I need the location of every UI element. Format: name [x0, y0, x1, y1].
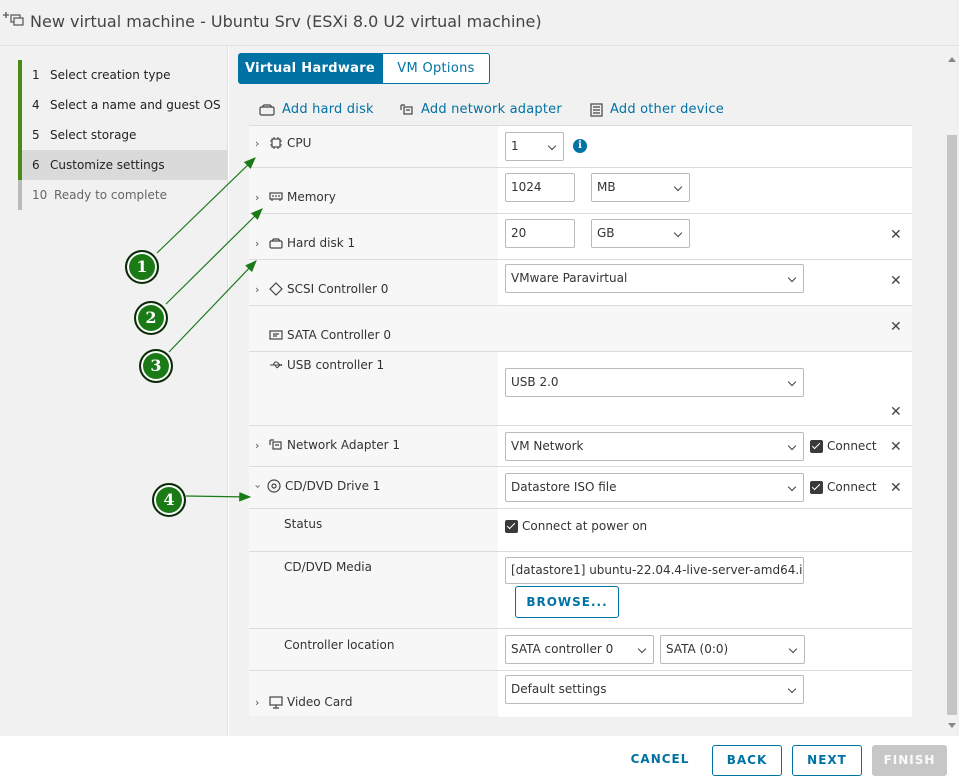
chevron-right-icon: › [255, 282, 260, 296]
hard-disk-toggle[interactable]: › Hard disk 1 [255, 236, 355, 250]
add-network-adapter-link[interactable]: Add network adapter [400, 102, 562, 117]
scsi-controller-type-select[interactable]: VMware Paravirtual [505, 264, 804, 293]
usb-type-select[interactable]: USB 2.0 [505, 368, 804, 397]
back-button[interactable]: BACK [712, 745, 782, 776]
scroll-up-arrow[interactable] [948, 57, 956, 62]
add-other-device-link[interactable]: Add other device [590, 102, 724, 117]
hard-disk-icon [259, 103, 275, 116]
remove-scsi-controller-icon[interactable]: ✕ [890, 273, 902, 289]
browse-button[interactable]: BROWSE... [515, 586, 619, 618]
content-scrollbar[interactable] [945, 53, 959, 736]
cdrom-connect-checkbox[interactable]: Connect [810, 480, 877, 494]
cancel-button[interactable]: CANCEL [626, 745, 694, 776]
hardware-row-memory: › Memory 1024 MB [249, 168, 912, 214]
step-customize-settings[interactable]: 6 Customize settings [18, 150, 228, 180]
cdrom-toggle[interactable]: › CD/DVD Drive 1 [251, 479, 381, 493]
network-adapter-icon [269, 439, 282, 450]
controller-select[interactable]: SATA controller 0 [505, 635, 654, 664]
connect-at-power-on-checkbox[interactable]: Connect at power on [505, 519, 647, 533]
hardware-row-scsi-controller: › SCSI Controller 0 VMware Paravirtual ✕ [249, 260, 912, 306]
dialog-titlebar: New virtual machine - Ubuntu Srv (ESXi 8… [0, 0, 959, 46]
network-select[interactable]: VM Network [505, 432, 804, 461]
controller-location-label: Controller location [284, 638, 395, 652]
finish-button[interactable]: FINISH [872, 745, 947, 776]
step-select-storage[interactable]: 5 Select storage [18, 120, 228, 150]
sata-controller-label: SATA Controller 0 [265, 328, 391, 342]
checkbox-checked-icon [505, 519, 518, 533]
remove-network-adapter-icon[interactable]: ✕ [890, 439, 902, 455]
hard-disk-unit-select[interactable]: GB [591, 219, 690, 248]
controller-port-select[interactable]: SATA (0:0) [660, 635, 805, 664]
new-vm-icon [3, 12, 24, 26]
hardware-row-cdrom: › CD/DVD Drive 1 Datastore ISO file Conn… [249, 467, 912, 509]
scsi-controller-icon [269, 282, 283, 296]
chevron-right-icon: › [255, 236, 260, 250]
tab-vm-options[interactable]: VM Options [382, 53, 490, 84]
cdrom-type-select[interactable]: Datastore ISO file [505, 473, 804, 502]
hardware-row-hard-disk: › Hard disk 1 20 GB ✕ [249, 214, 912, 260]
checkbox-checked-icon [810, 439, 823, 453]
monitor-icon [269, 695, 283, 709]
memory-toggle[interactable]: › Memory [255, 190, 336, 204]
step-select-creation-type[interactable]: 1 Select creation type [18, 60, 228, 90]
annotation-marker-1: 1 [125, 250, 159, 284]
info-icon[interactable]: i [573, 139, 587, 153]
remove-usb-controller-icon[interactable]: ✕ [890, 404, 902, 420]
memory-size-input[interactable]: 1024 [505, 173, 575, 202]
memory-unit-select[interactable]: MB [591, 173, 690, 202]
checkbox-checked-icon [810, 480, 823, 494]
chevron-right-icon: › [255, 190, 260, 204]
network-adapter-toggle[interactable]: › Network Adapter 1 [255, 438, 400, 452]
usb-controller-label: USB controller 1 [265, 358, 384, 372]
next-button[interactable]: NEXT [792, 745, 862, 776]
remove-cdrom-icon[interactable]: ✕ [890, 480, 902, 496]
hardware-table: › CPU 1 i › Memory 1024 MB › Hard disk 1 [249, 125, 912, 717]
scroll-thumb[interactable] [947, 135, 957, 715]
add-hard-disk-link[interactable]: Add hard disk [259, 102, 374, 117]
usb-icon [270, 361, 283, 369]
cd-dvd-media-input[interactable]: [datastore1] ubuntu-22.04.4-live-server-… [505, 557, 804, 584]
cdrom-status-row: Status Connect at power on [249, 509, 912, 552]
hard-disk-size-input[interactable]: 20 [505, 219, 575, 248]
chevron-right-icon: › [255, 136, 260, 150]
scsi-controller-toggle[interactable]: › SCSI Controller 0 [255, 282, 388, 296]
cdrom-controller-location-row: Controller location SATA controller 0 SA… [249, 629, 912, 671]
step-select-name-guest-os[interactable]: 4 Select a name and guest OS [18, 90, 228, 120]
annotation-marker-2: 2 [134, 301, 168, 335]
cpu-toggle[interactable]: › CPU [255, 136, 311, 150]
remove-sata-controller-icon[interactable]: ✕ [890, 319, 902, 335]
other-device-icon [590, 102, 603, 117]
chevron-down-icon: › [251, 483, 265, 489]
remove-hard-disk-icon[interactable]: ✕ [890, 227, 902, 243]
hardware-row-cpu: › CPU 1 i [249, 126, 912, 168]
cpu-icon [270, 137, 282, 149]
annotation-marker-3: 3 [139, 349, 173, 383]
network-adapter-icon [400, 103, 413, 115]
sata-controller-icon [269, 330, 283, 340]
hardware-row-usb-controller: USB controller 1 USB 2.0 ✕ [249, 352, 912, 426]
dialog-title: New virtual machine - Ubuntu Srv (ESXi 8… [30, 12, 542, 31]
scroll-down-arrow[interactable] [948, 723, 956, 728]
annotation-marker-4: 4 [152, 483, 186, 517]
hardware-row-sata-controller: SATA Controller 0 ✕ [249, 306, 912, 352]
video-settings-select[interactable]: Default settings [505, 675, 804, 704]
memory-icon [269, 192, 283, 201]
cd-dvd-icon [267, 479, 281, 493]
step-ready-to-complete[interactable]: 10 Ready to complete [18, 180, 228, 210]
wizard-steps: 1 Select creation type 4 Select a name and… [0, 46, 228, 736]
network-connect-checkbox[interactable]: Connect [810, 439, 877, 453]
status-label: Status [284, 517, 323, 531]
chevron-right-icon: › [255, 695, 260, 709]
cpu-count-select[interactable]: 1 [505, 132, 564, 161]
cdrom-media-row: CD/DVD Media [datastore1] ubuntu-22.04.4… [249, 552, 912, 629]
cd-dvd-media-label: CD/DVD Media [284, 560, 372, 574]
hardware-row-network-adapter: › Network Adapter 1 VM Network Connect ✕ [249, 426, 912, 467]
tab-virtual-hardware[interactable]: Virtual Hardware [238, 53, 382, 84]
hard-disk-icon [269, 237, 283, 249]
video-card-toggle[interactable]: › Video Card [255, 695, 353, 709]
chevron-right-icon: › [255, 438, 260, 452]
hardware-row-video-card: › Video Card Default settings [249, 671, 912, 717]
